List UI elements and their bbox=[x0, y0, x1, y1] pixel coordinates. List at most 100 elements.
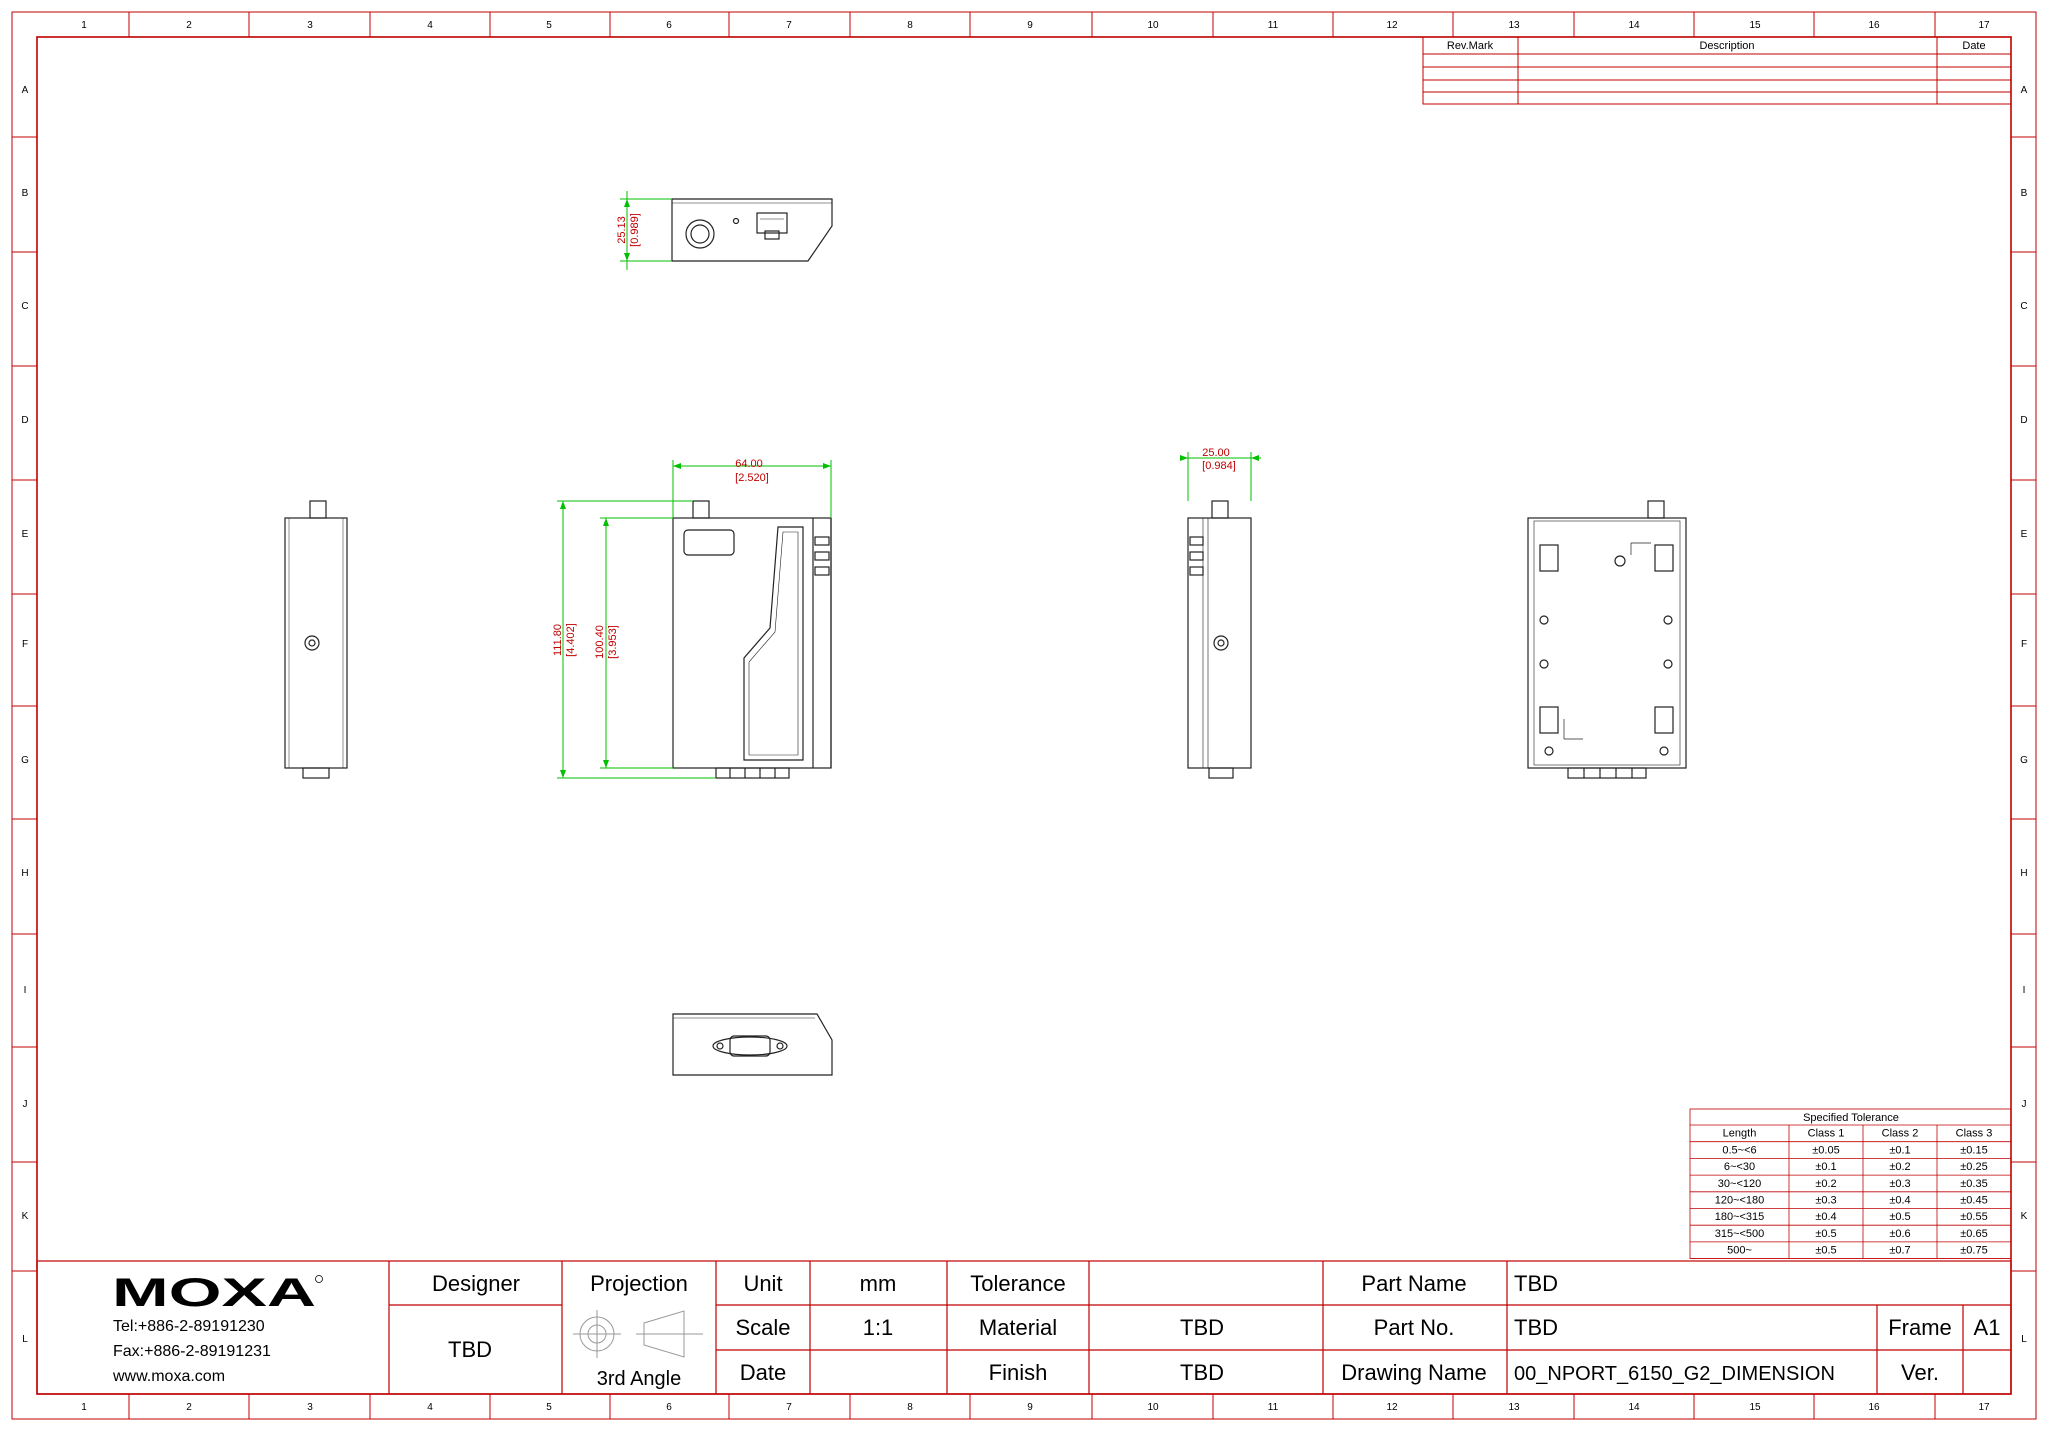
registered-mark-icon bbox=[315, 1275, 323, 1283]
drawing-name-value: 00_NPORT_6150_G2_DIMENSION bbox=[1514, 1363, 1835, 1385]
tolerance-cell: ±0.1 bbox=[1889, 1144, 1910, 1156]
column-number-top: 8 bbox=[907, 20, 913, 31]
date-header: Date bbox=[1962, 40, 1985, 52]
column-number-top: 5 bbox=[546, 20, 552, 31]
part-no-label: Part No. bbox=[1374, 1315, 1455, 1340]
tolerance-cell: ±0.05 bbox=[1812, 1144, 1839, 1156]
column-number-top: 17 bbox=[1978, 20, 1990, 31]
dim-width-inch: [2.520] bbox=[735, 472, 769, 484]
part-no-value: TBD bbox=[1514, 1315, 1558, 1340]
dim-total-height: 111.80 bbox=[552, 624, 564, 656]
description-header: Description bbox=[1699, 40, 1754, 52]
dimension-lines bbox=[557, 191, 1261, 779]
bottom-view bbox=[672, 1013, 833, 1076]
projection-value: 3rd Angle bbox=[597, 1368, 682, 1390]
company-fax: Fax:+886-2-89191231 bbox=[113, 1343, 271, 1360]
rev-mark-header: Rev.Mark bbox=[1447, 40, 1494, 52]
row-letter-left: J bbox=[23, 1099, 28, 1110]
designer-value: TBD bbox=[448, 1337, 492, 1362]
tolerance-cell: ±0.45 bbox=[1960, 1195, 1987, 1207]
part-name-label: Part Name bbox=[1361, 1271, 1466, 1296]
dim-total-height-inch: [4.402] bbox=[565, 623, 577, 657]
mount-slot-icon bbox=[1654, 544, 1674, 572]
unit-value: mm bbox=[860, 1271, 897, 1296]
row-letter-right: H bbox=[2020, 868, 2027, 879]
row-letter-left: D bbox=[21, 415, 28, 426]
scale-label: Scale bbox=[735, 1315, 790, 1340]
tolerance-cell: 120~<180 bbox=[1715, 1195, 1765, 1207]
drawing-sheet: 1 2 3 4 5 6 7 8 9 10 11 12 13 14 15 16 1… bbox=[11, 11, 2037, 1420]
column-number-top: 10 bbox=[1147, 20, 1159, 31]
drawing-name-label: Drawing Name bbox=[1341, 1360, 1487, 1385]
tolerance-cell: 6~<30 bbox=[1724, 1161, 1755, 1173]
top-view bbox=[671, 198, 833, 262]
db9-connector-icon bbox=[1567, 767, 1647, 779]
rear-view bbox=[1527, 500, 1687, 779]
row-letter-right: G bbox=[2020, 755, 2028, 766]
row-letter-right: K bbox=[2021, 1211, 2028, 1222]
company-website: www.moxa.com bbox=[112, 1368, 225, 1385]
tolerance-cell: ±0.4 bbox=[1889, 1195, 1910, 1207]
tolerance-cell: ±0.3 bbox=[1815, 1195, 1836, 1207]
column-number-bottom: 6 bbox=[666, 1402, 672, 1413]
projection-label: Projection bbox=[590, 1271, 688, 1296]
frame bbox=[11, 11, 2037, 1420]
column-number-bottom: 8 bbox=[907, 1402, 913, 1413]
designer-label: Designer bbox=[432, 1271, 520, 1296]
row-letter-left: E bbox=[22, 529, 29, 540]
column-number-bottom: 4 bbox=[427, 1402, 433, 1413]
finish-label: Finish bbox=[989, 1360, 1048, 1385]
column-number-bottom: 14 bbox=[1628, 1402, 1640, 1413]
dim-top-height: 25.13 bbox=[616, 216, 628, 244]
column-number-bottom: 12 bbox=[1386, 1402, 1398, 1413]
tolerance-cell: ±0.3 bbox=[1889, 1178, 1910, 1190]
material-value: TBD bbox=[1180, 1315, 1224, 1340]
tolerance-cell: ±0.7 bbox=[1889, 1245, 1910, 1257]
part-name-value: TBD bbox=[1514, 1271, 1558, 1296]
finish-value: TBD bbox=[1180, 1360, 1224, 1385]
screw-hole-icon bbox=[1213, 635, 1229, 651]
column-number-top: 12 bbox=[1386, 20, 1398, 31]
db9-connector-icon bbox=[715, 767, 790, 779]
column-number-bottom: 15 bbox=[1749, 1402, 1761, 1413]
column-number-bottom: 11 bbox=[1268, 1402, 1279, 1413]
dim-top-height-inch: [0.989] bbox=[629, 213, 641, 247]
column-number-top: 16 bbox=[1868, 20, 1880, 31]
column-number-bottom: 17 bbox=[1978, 1402, 1990, 1413]
column-number-bottom: 1 bbox=[81, 1402, 87, 1413]
inner-border bbox=[36, 36, 2012, 1395]
left-side-view bbox=[284, 500, 348, 779]
frame-label: Frame bbox=[1888, 1315, 1952, 1340]
row-letter-right: I bbox=[2023, 985, 2026, 996]
tolerance-cell: ±0.25 bbox=[1960, 1161, 1987, 1173]
column-number-bottom: 2 bbox=[186, 1402, 192, 1413]
led-icon bbox=[732, 217, 740, 225]
row-letter-right: D bbox=[2020, 415, 2027, 426]
front-panel-window bbox=[743, 526, 804, 761]
dimension-labels: 25.13 [0.989] 64.00 [2.520] 111.80 [4.40… bbox=[552, 213, 1236, 659]
moxa-logo-text: MOXA bbox=[112, 1271, 316, 1315]
tolerance-header: Class 1 bbox=[1808, 1128, 1845, 1140]
screw-hole-icon bbox=[304, 635, 320, 651]
column-number-bottom: 7 bbox=[786, 1402, 792, 1413]
row-letter-left: F bbox=[22, 639, 28, 650]
column-number-top: 7 bbox=[786, 20, 792, 31]
row-letter-right: L bbox=[2021, 1334, 2027, 1345]
row-letter-right: A bbox=[2021, 85, 2028, 96]
title-block: MOXA Tel:+886-2-89191230 Fax:+886-2-8919… bbox=[36, 1260, 2012, 1395]
dim-width: 64.00 bbox=[735, 458, 763, 470]
mount-slot-icon bbox=[1539, 544, 1559, 572]
tolerance-cell: 0.5~<6 bbox=[1722, 1144, 1756, 1156]
dim-body-height: 100.40 bbox=[594, 625, 606, 659]
tolerance-table: Specified Tolerance Length Class 1 Class 2… bbox=[1689, 1108, 2012, 1260]
column-labels: 1 2 3 4 5 6 7 8 9 10 11 12 13 14 15 16 1… bbox=[81, 20, 1990, 1413]
tolerance-title: Specified Tolerance bbox=[1803, 1112, 1899, 1124]
front-view bbox=[672, 500, 832, 779]
dimension-arrows bbox=[560, 199, 1259, 778]
row-letter-left: L bbox=[22, 1334, 28, 1345]
row-letter-right: E bbox=[2021, 529, 2028, 540]
tolerance-cell: ±0.1 bbox=[1815, 1161, 1836, 1173]
tolerance-header: Class 3 bbox=[1956, 1128, 1993, 1140]
company-tel: Tel:+886-2-89191230 bbox=[113, 1318, 265, 1335]
material-label: Material bbox=[979, 1315, 1057, 1340]
